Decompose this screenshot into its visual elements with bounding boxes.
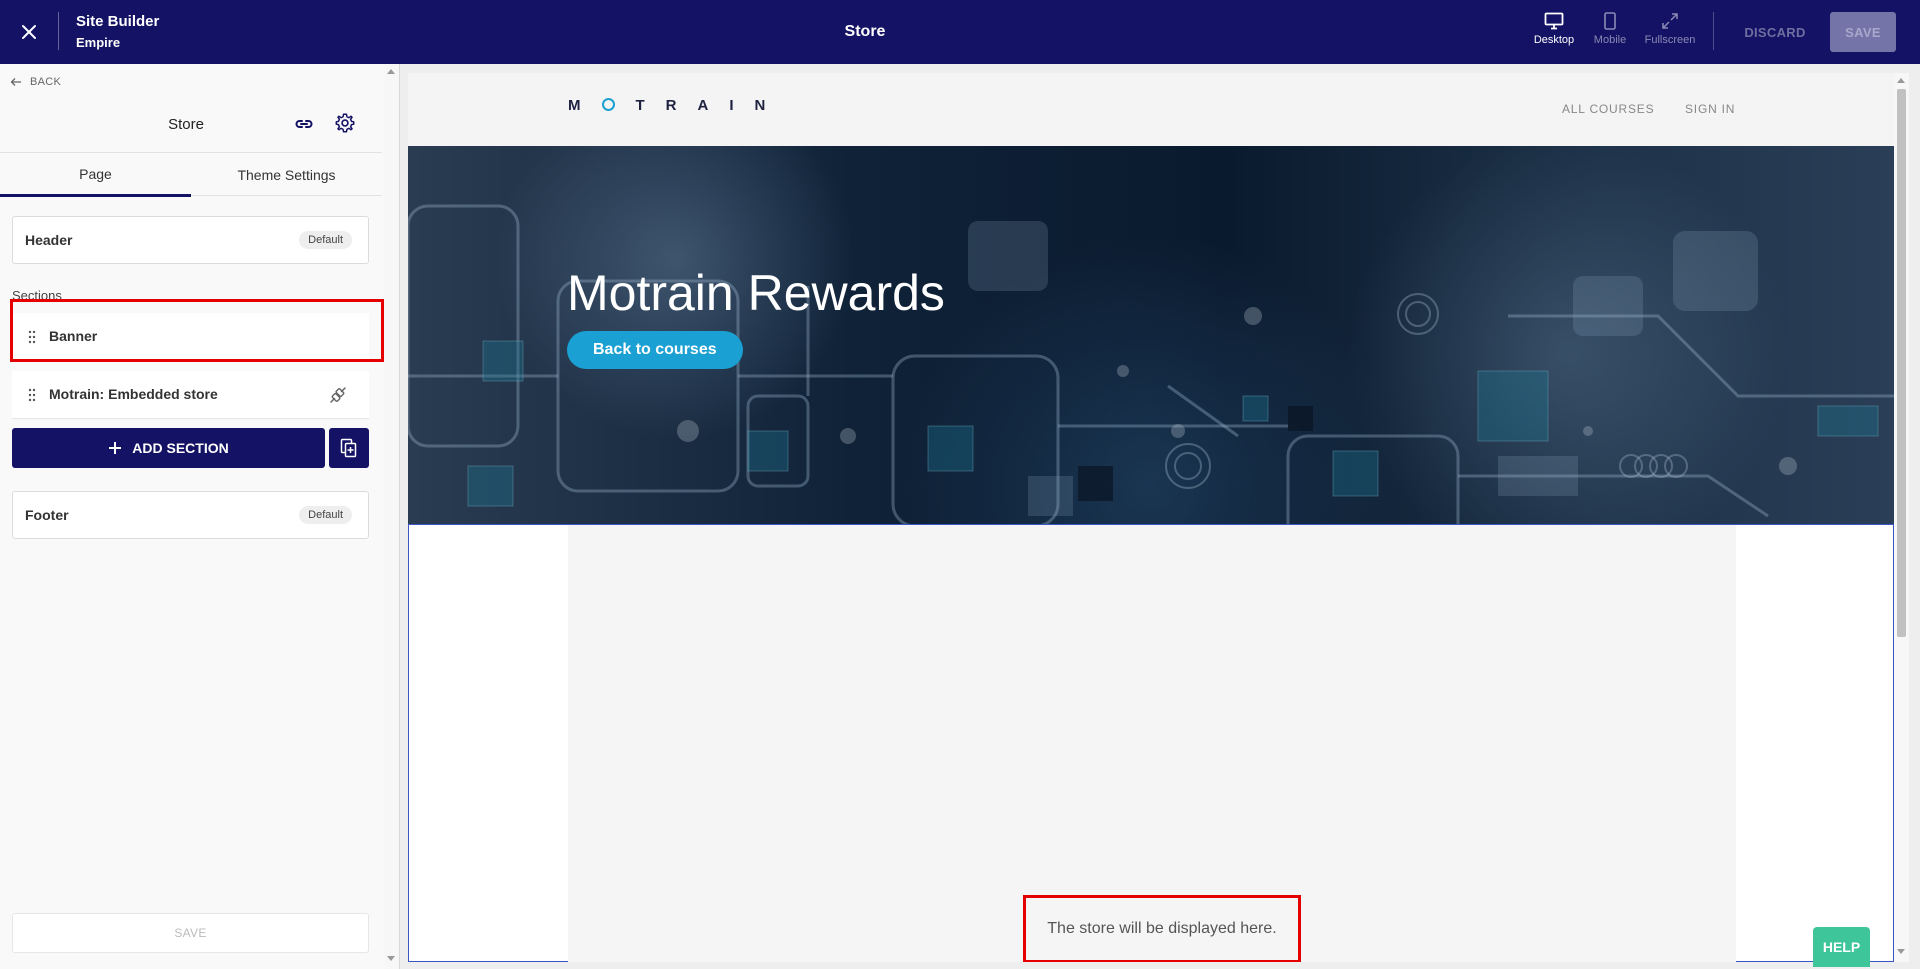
view-fullscreen-button[interactable]: Fullscreen xyxy=(1639,12,1701,54)
top-bar: Site Builder Empire Store Desktop Mobile… xyxy=(0,0,1920,64)
plug-icon xyxy=(330,387,346,403)
view-fullscreen-label: Fullscreen xyxy=(1644,34,1696,46)
scrollbar-thumb[interactable] xyxy=(1897,89,1906,637)
page-link-button[interactable] xyxy=(294,114,314,139)
footer-card[interactable]: Footer Default xyxy=(12,491,369,539)
copy-add-icon xyxy=(340,438,357,458)
site-header: M TRAIN ALL COURSES SIGN IN xyxy=(408,73,1894,146)
view-mobile-button[interactable]: Mobile xyxy=(1579,12,1641,54)
mobile-icon xyxy=(1604,12,1616,30)
view-desktop-label: Desktop xyxy=(1533,34,1575,46)
hero-banner: Motrain Rewards Back to courses xyxy=(408,146,1894,524)
tab-page[interactable]: Page xyxy=(0,153,191,197)
add-section-button[interactable]: ADD SECTION xyxy=(12,428,325,468)
help-button[interactable]: HELP xyxy=(1813,927,1870,967)
plus-icon xyxy=(109,442,122,454)
view-mobile-label: Mobile xyxy=(1593,34,1627,46)
add-from-library-button[interactable] xyxy=(329,428,369,468)
drag-handle-icon[interactable] xyxy=(28,388,36,402)
store-placeholder-text: The store will be displayed here. xyxy=(1023,895,1301,962)
panel-save-button[interactable]: SAVE xyxy=(12,913,369,953)
logo-o-mark xyxy=(601,98,615,111)
back-label: BACK xyxy=(30,76,62,88)
header-card[interactable]: Header Default xyxy=(12,216,369,264)
section-label-embedded-store: Motrain: Embedded store xyxy=(49,386,218,402)
back-link[interactable]: BACK xyxy=(10,76,61,88)
discard-button[interactable]: DISCARD xyxy=(1730,12,1820,52)
page-settings-button[interactable] xyxy=(334,112,356,139)
footer-card-label: Footer xyxy=(25,507,69,523)
panel-title: Store xyxy=(168,116,204,133)
scroll-up-arrow[interactable] xyxy=(387,69,395,74)
section-item-embedded-store[interactable]: Motrain: Embedded store xyxy=(12,371,369,419)
arrow-left-icon xyxy=(10,78,21,86)
header-card-label: Header xyxy=(25,232,73,248)
scroll-down-arrow[interactable] xyxy=(387,956,395,961)
nav-sign-in[interactable]: SIGN IN xyxy=(1685,102,1735,116)
save-button[interactable]: SAVE xyxy=(1830,12,1896,52)
store-container: The store will be displayed here. xyxy=(568,525,1736,962)
scroll-down-arrow[interactable] xyxy=(1897,949,1905,954)
header-default-badge: Default xyxy=(299,231,352,249)
preview-frame: M TRAIN ALL COURSES SIGN IN Motrain Rewa… xyxy=(408,73,1894,962)
preview-scrollbar[interactable] xyxy=(1894,73,1909,962)
scroll-up-arrow[interactable] xyxy=(1897,78,1905,83)
view-desktop-button[interactable]: Desktop xyxy=(1523,12,1585,54)
panel-scrollbar[interactable] xyxy=(384,64,399,969)
link-icon xyxy=(295,120,313,128)
left-panel: BACK Store Page Theme Settings Header De… xyxy=(0,64,384,969)
site-logo[interactable]: M TRAIN xyxy=(568,97,786,114)
hero-title: Motrain Rewards xyxy=(567,265,945,321)
highlight-box-sidebar xyxy=(10,299,384,362)
page-name: Store xyxy=(844,23,886,40)
embedded-store-section[interactable]: The store will be displayed here. xyxy=(408,524,1894,962)
gear-icon xyxy=(335,113,355,133)
tab-theme-settings[interactable]: Theme Settings xyxy=(191,153,382,197)
back-to-courses-button[interactable]: Back to courses xyxy=(567,331,743,369)
add-section-label: ADD SECTION xyxy=(132,440,229,456)
nav-all-courses[interactable]: ALL COURSES xyxy=(1562,102,1654,116)
desktop-icon xyxy=(1544,12,1564,30)
footer-default-badge: Default xyxy=(299,506,352,524)
fullscreen-icon xyxy=(1662,13,1678,29)
panel-tabs: Page Theme Settings xyxy=(0,152,382,197)
top-bar-divider-right xyxy=(1713,12,1714,50)
